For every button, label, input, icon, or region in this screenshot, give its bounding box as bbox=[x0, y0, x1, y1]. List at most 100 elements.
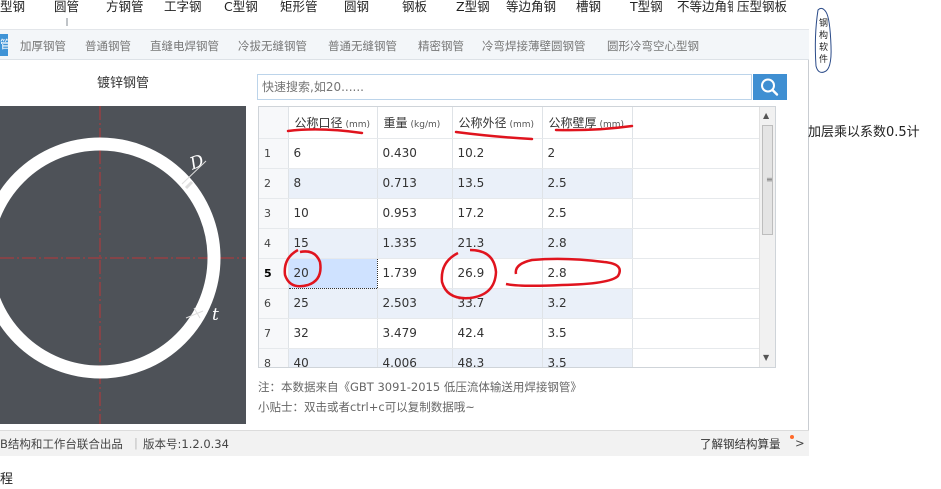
tab-rect-tube[interactable]: 矩形管 bbox=[280, 0, 318, 18]
cell-outer-diameter[interactable]: 21.3 bbox=[452, 228, 543, 259]
tab-equal-angle[interactable]: 等边角钢 bbox=[506, 0, 556, 18]
cell-outer-diameter[interactable]: 13.5 bbox=[452, 168, 543, 199]
cell-weight[interactable]: 2.503 bbox=[377, 288, 453, 319]
cell-outer-diameter[interactable]: 33.7 bbox=[452, 288, 543, 319]
cell-wall-thickness[interactable]: 2.8 bbox=[542, 228, 633, 259]
empty-cell bbox=[632, 288, 762, 319]
notification-dot bbox=[790, 435, 794, 439]
sub-tab-hollow-section[interactable]: 圆形冷弯空心型钢 bbox=[607, 38, 699, 54]
cell-weight[interactable]: 0.953 bbox=[377, 198, 453, 229]
table-row[interactable]: 1 6 0.430 10.2 2 bbox=[259, 138, 762, 169]
tab-c-section[interactable]: C型钢 bbox=[224, 0, 258, 18]
sub-tab-cold-bent-welded[interactable]: 冷弯焊接薄壁圆钢管 bbox=[482, 38, 586, 54]
tab-section-steel[interactable]: 型钢 bbox=[0, 0, 25, 18]
cell-weight[interactable]: 1.739 bbox=[377, 258, 453, 289]
cell-nominal[interactable]: 40 bbox=[288, 348, 378, 367]
tab-round-tube[interactable]: 圆管 bbox=[54, 0, 79, 18]
cell-outer-diameter[interactable]: 10.2 bbox=[452, 138, 543, 169]
col-header-weight[interactable]: 重量 (kg/m) bbox=[377, 107, 453, 139]
row-index: 3 bbox=[259, 198, 289, 229]
table-row[interactable]: 3 10 0.953 17.2 2.5 bbox=[259, 198, 762, 229]
learn-more-link[interactable]: 了解钢结构算量 bbox=[700, 436, 781, 452]
cell-nominal[interactable]: 10 bbox=[288, 198, 378, 229]
sub-tab-thick-pipe[interactable]: 加厚钢管 bbox=[20, 38, 66, 54]
sub-tab-seamless[interactable]: 普通无缝钢管 bbox=[328, 38, 397, 54]
tab-square-tube[interactable]: 方钢管 bbox=[106, 0, 144, 18]
cell-outer-diameter[interactable]: 48.3 bbox=[452, 348, 543, 367]
cell-nominal[interactable]: 32 bbox=[288, 318, 378, 349]
table-row[interactable]: 2 8 0.713 13.5 2.5 bbox=[259, 168, 762, 199]
cell-outer-diameter[interactable]: 17.2 bbox=[452, 198, 543, 229]
search-icon bbox=[761, 78, 779, 96]
tab-profiled-sheet[interactable]: 压型钢板 bbox=[737, 0, 787, 18]
cell-wall-thickness[interactable]: 2.5 bbox=[542, 198, 633, 229]
bubble-char: 构 bbox=[819, 29, 828, 41]
col-header-nominal-bore[interactable]: 公称口径 (mm) bbox=[288, 107, 378, 139]
tab-steel-plate[interactable]: 钢板 bbox=[402, 0, 427, 18]
sub-tab-straight-seam[interactable]: 直缝电焊钢管 bbox=[150, 38, 219, 54]
cell-wall-thickness[interactable]: 2.5 bbox=[542, 168, 633, 199]
scroll-down-icon[interactable]: ▼ bbox=[763, 353, 769, 362]
cell-nominal[interactable]: 15 bbox=[288, 228, 378, 259]
dimension-d-label: D bbox=[186, 151, 207, 175]
col-header-label: 公称口径 bbox=[294, 115, 343, 130]
section-drawing: D t bbox=[0, 106, 246, 424]
data-notes: 注：本数据来自《GBT 3091-2015 低压流体输送用焊接钢管》 小贴士：双… bbox=[258, 377, 582, 417]
col-header-unit: (mm) bbox=[599, 119, 625, 130]
cell-weight[interactable]: 3.479 bbox=[377, 318, 453, 349]
tab-round-bar[interactable]: 圆钢 bbox=[344, 0, 369, 18]
col-header-outer-diameter[interactable]: 公称外径 (mm) bbox=[452, 107, 543, 139]
table-header-row: 公称口径 (mm) 重量 (kg/m) 公称外径 (mm) 公称壁厚 (mm) bbox=[259, 107, 762, 139]
chevron-right-icon[interactable]: > bbox=[795, 436, 805, 450]
sub-tab-active[interactable]: 管 bbox=[0, 34, 8, 56]
col-header-unit: (mm) bbox=[509, 119, 535, 130]
vertical-scrollbar[interactable]: ▲ ≡ ▼ bbox=[759, 107, 775, 367]
col-header-wall-thickness[interactable]: 公称壁厚 (mm) bbox=[542, 107, 633, 139]
scroll-up-icon[interactable]: ▲ bbox=[763, 111, 769, 120]
col-header-label: 公称壁厚 bbox=[548, 115, 597, 130]
table-row-selected[interactable]: 5 20 1.739 26.9 2.8 bbox=[259, 257, 762, 289]
cell-outer-diameter[interactable]: 42.4 bbox=[452, 318, 543, 349]
search-button[interactable] bbox=[753, 74, 787, 100]
tab-z-section[interactable]: Z型钢 bbox=[456, 0, 490, 18]
cell-nominal[interactable]: 8 bbox=[288, 168, 378, 199]
empty-cell bbox=[632, 228, 762, 259]
tab-t-section[interactable]: T型钢 bbox=[630, 0, 663, 18]
row-index-header bbox=[259, 107, 289, 139]
cell-nominal-selected[interactable]: 20 bbox=[287, 257, 378, 289]
cell-outer-diameter[interactable]: 26.9 bbox=[452, 258, 543, 289]
cell-weight[interactable]: 1.335 bbox=[377, 228, 453, 259]
cell-wall-thickness[interactable]: 2 bbox=[542, 138, 633, 169]
background-doc-text: 加层乘以系数0.5计 bbox=[808, 125, 920, 140]
table-row[interactable]: 4 15 1.335 21.3 2.8 bbox=[259, 228, 762, 259]
empty-cell bbox=[632, 258, 762, 289]
sub-tab-ordinary-pipe[interactable]: 普通钢管 bbox=[85, 38, 131, 54]
pipe-spec-table: 公称口径 (mm) 重量 (kg/m) 公称外径 (mm) 公称壁厚 (mm) 1 6 … bbox=[259, 107, 762, 367]
table-row[interactable]: 6 25 2.503 33.7 3.2 bbox=[259, 288, 762, 319]
pipe-cross-section-icon: D t bbox=[0, 106, 246, 424]
empty-header-cell bbox=[632, 107, 762, 139]
row-index: 2 bbox=[259, 168, 289, 199]
sub-tab-cold-drawn[interactable]: 冷拔无缝钢管 bbox=[238, 38, 307, 54]
sub-tab-precision[interactable]: 精密钢管 bbox=[418, 38, 464, 54]
search-input[interactable] bbox=[257, 74, 752, 100]
cell-nominal[interactable]: 6 bbox=[288, 138, 378, 169]
cell-wall-thickness[interactable]: 3.5 bbox=[542, 318, 633, 349]
cell-wall-thickness[interactable]: 2.8 bbox=[542, 258, 633, 289]
table-row[interactable]: 8 40 4.006 48.3 3.5 bbox=[259, 348, 762, 367]
cell-nominal[interactable]: 25 bbox=[288, 288, 378, 319]
cell-weight[interactable]: 0.713 bbox=[377, 168, 453, 199]
table-row[interactable]: 7 32 3.479 42.4 3.5 bbox=[259, 318, 762, 349]
cell-weight[interactable]: 4.006 bbox=[377, 348, 453, 367]
col-header-unit: (mm) bbox=[345, 119, 371, 130]
cell-wall-thickness[interactable]: 3.5 bbox=[542, 348, 633, 367]
tab-unequal-angle[interactable]: 不等边角钢 bbox=[677, 0, 733, 18]
tab-channel[interactable]: 槽钢 bbox=[576, 0, 601, 18]
cell-wall-thickness[interactable]: 3.2 bbox=[542, 288, 633, 319]
cell-weight[interactable]: 0.430 bbox=[377, 138, 453, 169]
scroll-thumb[interactable]: ≡ bbox=[762, 125, 773, 235]
empty-cell bbox=[632, 198, 762, 229]
tab-i-beam[interactable]: 工字钢 bbox=[164, 0, 202, 18]
row-index: 4 bbox=[259, 228, 289, 259]
scroll-grip-icon: ≡ bbox=[766, 175, 773, 184]
